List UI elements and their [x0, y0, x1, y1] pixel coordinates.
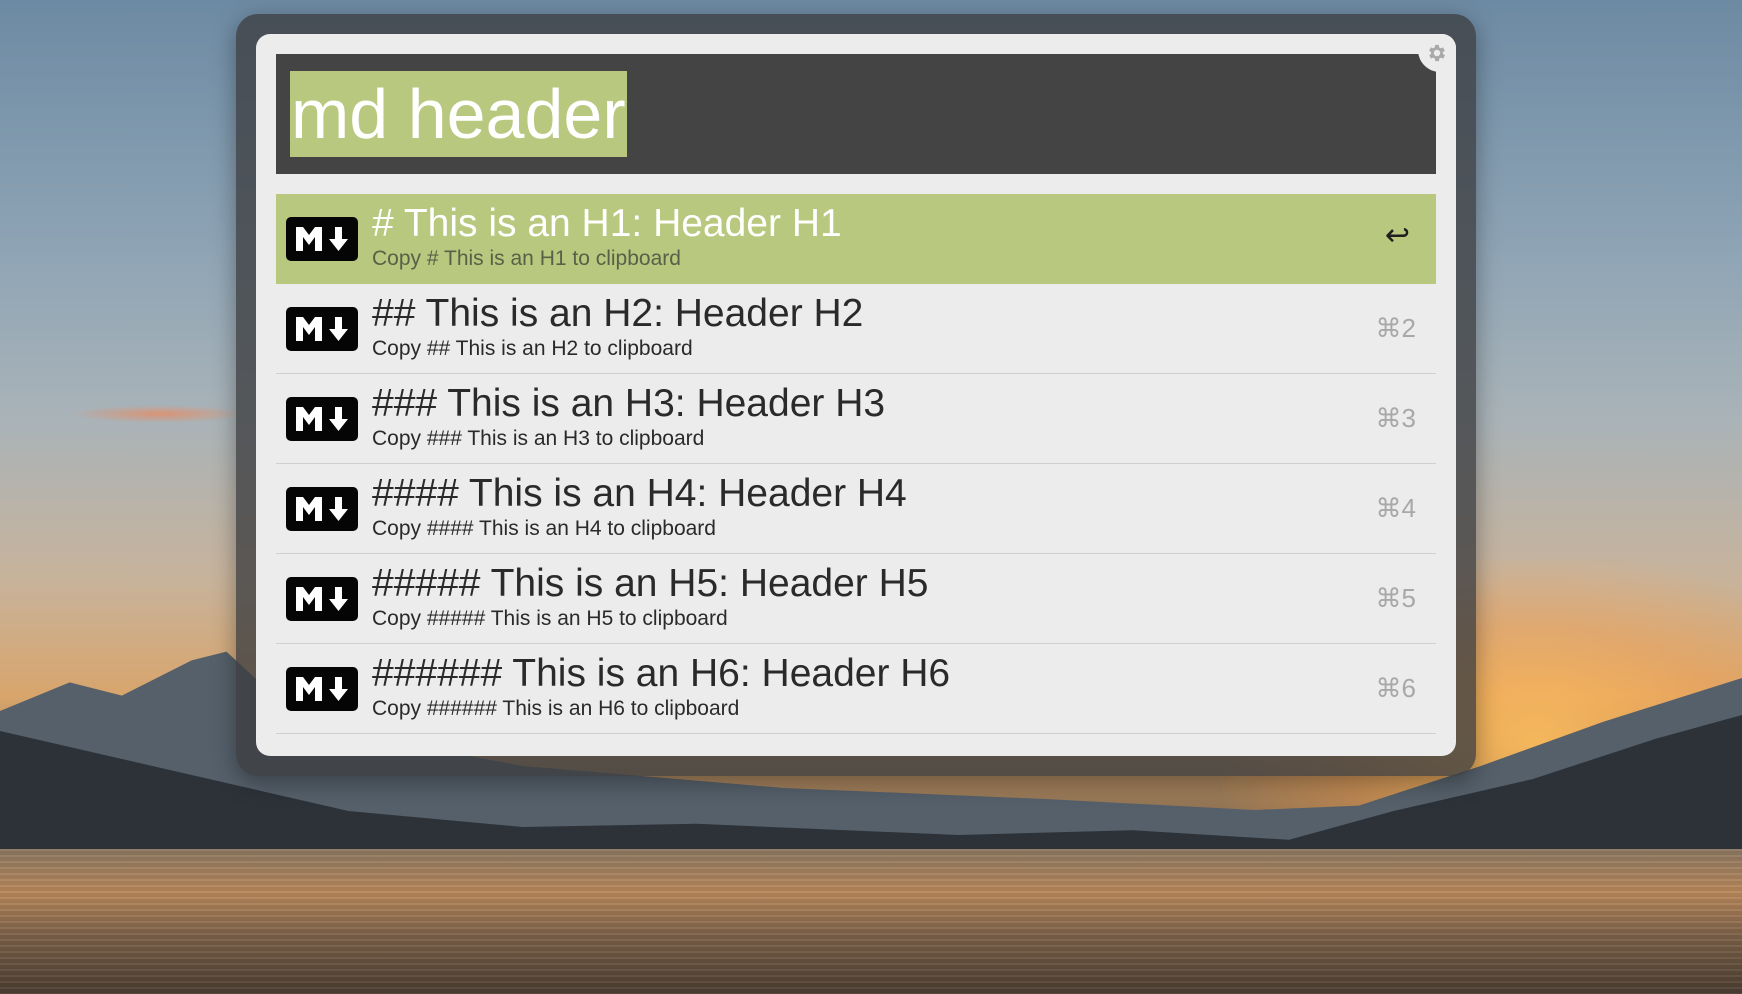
result-text: ##### This is an H5: Header H5 Copy ####…	[372, 562, 1346, 632]
markdown-icon	[286, 217, 358, 261]
markdown-icon	[286, 487, 358, 531]
markdown-icon	[286, 397, 358, 441]
gear-icon-graphic	[1429, 44, 1445, 62]
markdown-icon	[286, 577, 358, 621]
launcher-window: md header # This is an H1: Header H1 Cop…	[256, 34, 1456, 756]
result-row-5[interactable]: ##### This is an H5: Header H5 Copy ####…	[276, 554, 1436, 644]
result-row-2[interactable]: ## This is an H2: Header H2 Copy ## This…	[276, 284, 1436, 374]
wallpaper-lake	[0, 849, 1742, 994]
result-text: ## This is an H2: Header H2 Copy ## This…	[372, 292, 1346, 362]
result-subtitle: Copy # This is an H1 to clipboard	[372, 247, 681, 270]
result-row-4[interactable]: #### This is an H4: Header H4 Copy #### …	[276, 464, 1436, 554]
search-bar[interactable]: md header	[276, 54, 1436, 174]
result-subtitle: Copy ### This is an H3 to clipboard	[372, 427, 705, 450]
result-title: ## This is an H2: Header H2	[372, 292, 864, 335]
markdown-icon	[286, 307, 358, 351]
result-shortcut: ⌘2	[1375, 313, 1416, 343]
result-shortcut: ⌘5	[1375, 583, 1416, 613]
result-text: ###### This is an H6: Header H6 Copy ###…	[372, 652, 1346, 722]
result-shortcut: ⌘3	[1375, 403, 1416, 433]
launcher-window-frame: md header # This is an H1: Header H1 Cop…	[236, 14, 1476, 776]
search-input[interactable]: md header	[290, 71, 627, 157]
result-shortcut: ⌘4	[1375, 493, 1416, 523]
result-subtitle: Copy ## This is an H2 to clipboard	[372, 337, 693, 360]
result-subtitle: Copy ###### This is an H6 to clipboard	[372, 697, 740, 720]
result-text: # This is an H1: Header H1 Copy # This i…	[372, 202, 1346, 272]
markdown-icon	[286, 667, 358, 711]
result-title: ##### This is an H5: Header H5	[372, 562, 929, 605]
results-list: # This is an H1: Header H1 Copy # This i…	[276, 194, 1436, 734]
result-text: #### This is an H4: Header H4 Copy #### …	[372, 472, 1346, 542]
result-shortcut: ⌘6	[1375, 673, 1416, 703]
return-key-icon: ↩	[1384, 219, 1410, 252]
result-subtitle: Copy ##### This is an H5 to clipboard	[372, 607, 728, 630]
result-title: #### This is an H4: Header H4	[372, 472, 907, 515]
result-text: ### This is an H3: Header H3 Copy ### Th…	[372, 382, 1346, 452]
result-subtitle: Copy #### This is an H4 to clipboard	[372, 517, 716, 540]
wallpaper-cloud	[70, 405, 250, 423]
result-row-1[interactable]: # This is an H1: Header H1 Copy # This i…	[276, 194, 1436, 284]
result-title: ### This is an H3: Header H3	[372, 382, 886, 425]
result-row-6[interactable]: ###### This is an H6: Header H6 Copy ###…	[276, 644, 1436, 734]
result-row-3[interactable]: ### This is an H3: Header H3 Copy ### Th…	[276, 374, 1436, 464]
result-title: # This is an H1: Header H1	[372, 202, 842, 245]
result-title: ###### This is an H6: Header H6	[372, 652, 951, 695]
